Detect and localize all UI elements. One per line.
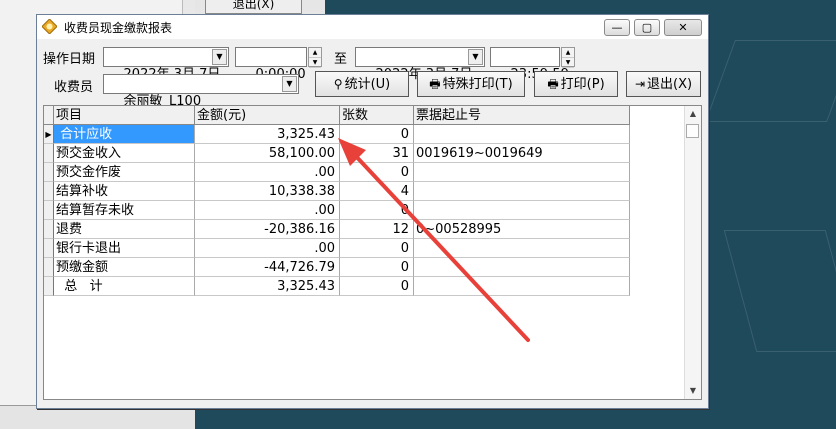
column-header: 项目 bbox=[54, 106, 195, 125]
background-decoration bbox=[723, 230, 836, 352]
background-decoration bbox=[705, 40, 836, 122]
row-selector[interactable]: ▶ bbox=[44, 125, 54, 144]
row-selector[interactable] bbox=[44, 201, 54, 220]
table-cell-count[interactable]: 0 bbox=[340, 239, 414, 258]
table-cell-ticket[interactable]: 0~00528995 bbox=[414, 220, 630, 239]
table-cell-item[interactable]: 预交金收入 bbox=[54, 144, 195, 163]
table-scrollbar[interactable]: ▲ ▼ bbox=[684, 106, 701, 399]
table-cell-amount[interactable]: .00 bbox=[195, 201, 340, 220]
table-cell-ticket[interactable] bbox=[414, 125, 630, 144]
end-time-input[interactable]: 23:59:59 ▲▼ bbox=[490, 47, 575, 82]
column-header: 张数 bbox=[340, 106, 414, 125]
table-cell-item[interactable]: 结算补收 bbox=[54, 182, 195, 201]
table-cell-count[interactable]: 0 bbox=[340, 163, 414, 182]
stats-button[interactable]: ⚲ 统计(U) bbox=[315, 71, 409, 97]
print-button-label: 打印(P) bbox=[560, 77, 605, 92]
minimize-button[interactable]: — bbox=[604, 19, 630, 36]
table-cell-item[interactable]: 总 计 bbox=[54, 277, 195, 296]
scroll-down-icon[interactable]: ▼ bbox=[685, 383, 701, 399]
table-cell-amount[interactable]: 10,338.38 bbox=[195, 182, 340, 201]
printer-icon: 🖶 bbox=[429, 77, 441, 91]
table-cell-item[interactable]: 预缴金额 bbox=[54, 258, 195, 277]
start-time-input[interactable]: 0:00:00 ▲▼ bbox=[235, 47, 322, 82]
close-button[interactable]: ✕ bbox=[664, 19, 702, 36]
special-print-button[interactable]: 🖶 特殊打印(T) bbox=[417, 71, 525, 97]
exit-button[interactable]: ⇥ 退出(X) bbox=[626, 71, 701, 97]
exit-button-label: 退出(X) bbox=[647, 77, 693, 92]
stats-button-label: 统计(U) bbox=[344, 77, 391, 92]
window-title: 收费员现金缴款报表 bbox=[64, 21, 173, 35]
table-cell-count[interactable]: 0 bbox=[340, 258, 414, 277]
report-window: 收费员现金缴款报表 — ▢ ✕ 操作日期 2022年 3月 7日 ▼ 0:00:… bbox=[36, 14, 709, 409]
binoculars-icon: ⚲ bbox=[333, 77, 343, 91]
table-cell-ticket[interactable] bbox=[414, 277, 630, 296]
special-print-button-label: 特殊打印(T) bbox=[442, 77, 513, 92]
table-cell-amount[interactable]: -20,386.16 bbox=[195, 220, 340, 239]
end-date-picker[interactable]: 2022年 3月 7日 ▼ bbox=[355, 47, 485, 82]
chevron-down-icon[interactable]: ▼ bbox=[468, 49, 483, 65]
row-selector[interactable] bbox=[44, 277, 54, 296]
background-exit-button[interactable]: 退出(X) bbox=[205, 0, 302, 14]
start-time-spinner[interactable]: ▲ ▼ bbox=[308, 47, 322, 68]
row-header-corner bbox=[44, 106, 54, 125]
table-cell-count[interactable]: 12 bbox=[340, 220, 414, 239]
title-bar: 收费员现金缴款报表 — ▢ ✕ bbox=[37, 15, 708, 39]
cashier-label: 收费员 bbox=[54, 80, 94, 95]
maximize-button[interactable]: ▢ bbox=[634, 19, 660, 36]
start-date-picker[interactable]: 2022年 3月 7日 ▼ bbox=[103, 47, 229, 82]
background-toolbar: 退出(X) bbox=[195, 0, 325, 15]
column-header: 票据起止号 bbox=[414, 106, 630, 125]
table-cell-count[interactable]: 0 bbox=[340, 125, 414, 144]
table-cell-ticket[interactable] bbox=[414, 163, 630, 182]
cashier-select[interactable]: 余丽敏_L100 ▼ bbox=[103, 74, 299, 109]
table-cell-count[interactable]: 0 bbox=[340, 277, 414, 296]
scroll-thumb[interactable] bbox=[686, 124, 699, 138]
to-label: 至 bbox=[334, 52, 348, 67]
table-cell-ticket[interactable] bbox=[414, 239, 630, 258]
table-cell-amount[interactable]: .00 bbox=[195, 239, 340, 258]
table-cell-item[interactable]: 银行卡退出 bbox=[54, 239, 195, 258]
table-cell-count[interactable]: 4 bbox=[340, 182, 414, 201]
scroll-up-icon[interactable]: ▲ bbox=[685, 106, 701, 122]
row-selector[interactable] bbox=[44, 258, 54, 277]
table-cell-count[interactable]: 31 bbox=[340, 144, 414, 163]
table-cell-ticket[interactable] bbox=[414, 258, 630, 277]
row-selector[interactable] bbox=[44, 239, 54, 258]
report-table[interactable]: 项目 金额(元) 张数 票据起止号 ▶ 合计应收 3,325.43 0 预交金收入 58,100… bbox=[43, 105, 702, 400]
table-cell-item[interactable]: 结算暂存未收 bbox=[54, 201, 195, 220]
table-cell-ticket[interactable] bbox=[414, 182, 630, 201]
table-cell-amount[interactable]: .00 bbox=[195, 163, 340, 182]
table-cell-ticket[interactable]: 0019619~0019649 bbox=[414, 144, 630, 163]
row-selector[interactable] bbox=[44, 144, 54, 163]
column-header: 金额(元) bbox=[195, 106, 340, 125]
table-cell-amount[interactable]: 58,100.00 bbox=[195, 144, 340, 163]
table-cell-amount[interactable]: -44,726.79 bbox=[195, 258, 340, 277]
print-button[interactable]: 🖶 打印(P) bbox=[534, 71, 618, 97]
row-selector[interactable] bbox=[44, 163, 54, 182]
table-cell-item[interactable]: 预交金作废 bbox=[54, 163, 195, 182]
row-selector[interactable] bbox=[44, 182, 54, 201]
end-time-spinner[interactable]: ▲ ▼ bbox=[561, 47, 575, 68]
table-cell-item[interactable]: 合计应收 bbox=[54, 125, 195, 144]
app-icon bbox=[42, 19, 57, 34]
table-cell-ticket[interactable] bbox=[414, 201, 630, 220]
chevron-down-icon[interactable]: ▼ bbox=[212, 49, 227, 65]
table-cell-item[interactable]: 退费 bbox=[54, 220, 195, 239]
printer-icon: 🖶 bbox=[547, 77, 559, 91]
date-label: 操作日期 bbox=[43, 52, 96, 67]
table-cell-amount[interactable]: 3,325.43 bbox=[195, 277, 340, 296]
chevron-down-icon[interactable]: ▼ bbox=[282, 76, 297, 92]
table-cell-count[interactable]: 0 bbox=[340, 201, 414, 220]
door-exit-icon: ⇥ bbox=[634, 77, 645, 91]
row-selector[interactable] bbox=[44, 220, 54, 239]
table-cell-amount[interactable]: 3,325.43 bbox=[195, 125, 340, 144]
